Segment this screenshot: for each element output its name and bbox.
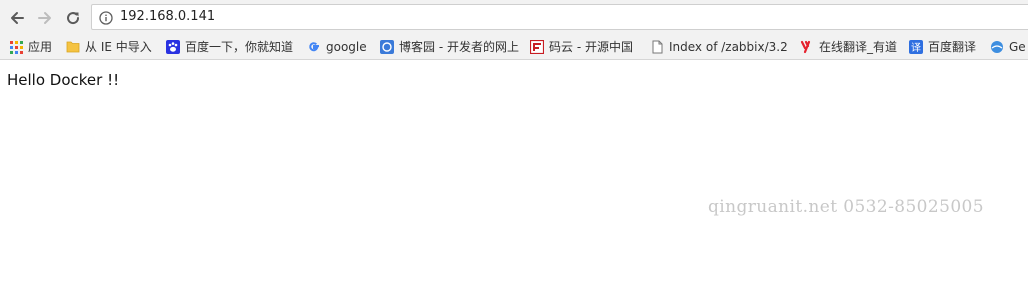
bookmark-apps[interactable]: 应用 [9, 38, 52, 56]
folder-icon [66, 40, 80, 54]
browser-chrome: 192.168.0.141 应用 从 IE 中导入 百度一下，你就知道 goog… [0, 0, 1028, 60]
page-body-text: Hello Docker !! [7, 71, 120, 89]
bookmark-label: 码云 - 开源中国 [549, 40, 633, 54]
bookmark-youdao[interactable]: 在线翻译_有道 [800, 38, 897, 56]
bookmark-google[interactable]: google [307, 38, 367, 56]
address-bar-url: 192.168.0.141 [120, 9, 216, 24]
apps-grid-icon [9, 40, 23, 54]
bookmark-import-ie[interactable]: 从 IE 中导入 [66, 38, 152, 56]
cnblogs-icon [380, 40, 394, 54]
info-icon[interactable] [99, 10, 113, 25]
bookmark-cnblogs[interactable]: 博客园 - 开发者的网上 [380, 38, 520, 56]
baidu-paw-icon [166, 40, 180, 54]
bookmark-baidu-translate[interactable]: 译 百度翻译 [909, 38, 976, 56]
bookmark-label: 百度一下，你就知道 [185, 40, 294, 54]
reload-icon[interactable] [62, 7, 84, 29]
bookmark-baidu[interactable]: 百度一下，你就知道 [166, 38, 293, 56]
youdao-icon [800, 40, 814, 54]
browser-toolbar: 192.168.0.141 [0, 0, 1028, 34]
watermark-text: qingruanit.net 0532-85025005 [708, 197, 984, 217]
svg-text:译: 译 [911, 42, 921, 54]
bookmark-label: 在线翻译_有道 [819, 40, 898, 54]
bookmark-label: 博客园 - 开发者的网上 [399, 40, 519, 54]
bookmark-gitee[interactable]: 码云 - 开源中国 [530, 38, 633, 56]
bookmark-label: 从 IE 中导入 [85, 40, 152, 54]
google-g-icon [307, 40, 321, 54]
bookmark-label: 应用 [28, 40, 53, 54]
baidu-translate-icon: 译 [909, 40, 923, 54]
page-content: Hello Docker !! qingruanit.net 0532-8502… [0, 60, 1028, 303]
back-arrow-icon[interactable] [6, 7, 28, 29]
forward-arrow-icon[interactable] [34, 7, 56, 29]
globe-icon [990, 40, 1004, 54]
address-bar[interactable]: 192.168.0.141 [91, 4, 1028, 30]
bookmark-label: google [326, 40, 367, 54]
bookmark-label: Ge [1009, 40, 1026, 54]
page-icon [650, 40, 664, 54]
bookmark-label: Index of /zabbix/3.2 [669, 40, 788, 54]
bookmark-zabbix-index[interactable]: Index of /zabbix/3.2 [650, 38, 790, 56]
bookmarks-bar: 应用 从 IE 中导入 百度一下，你就知道 google 博客园 - 开发者的网… [0, 35, 1028, 59]
bookmark-ge[interactable]: Ge [990, 38, 1028, 56]
gitee-icon [530, 40, 544, 54]
bookmark-label: 百度翻译 [928, 40, 977, 54]
